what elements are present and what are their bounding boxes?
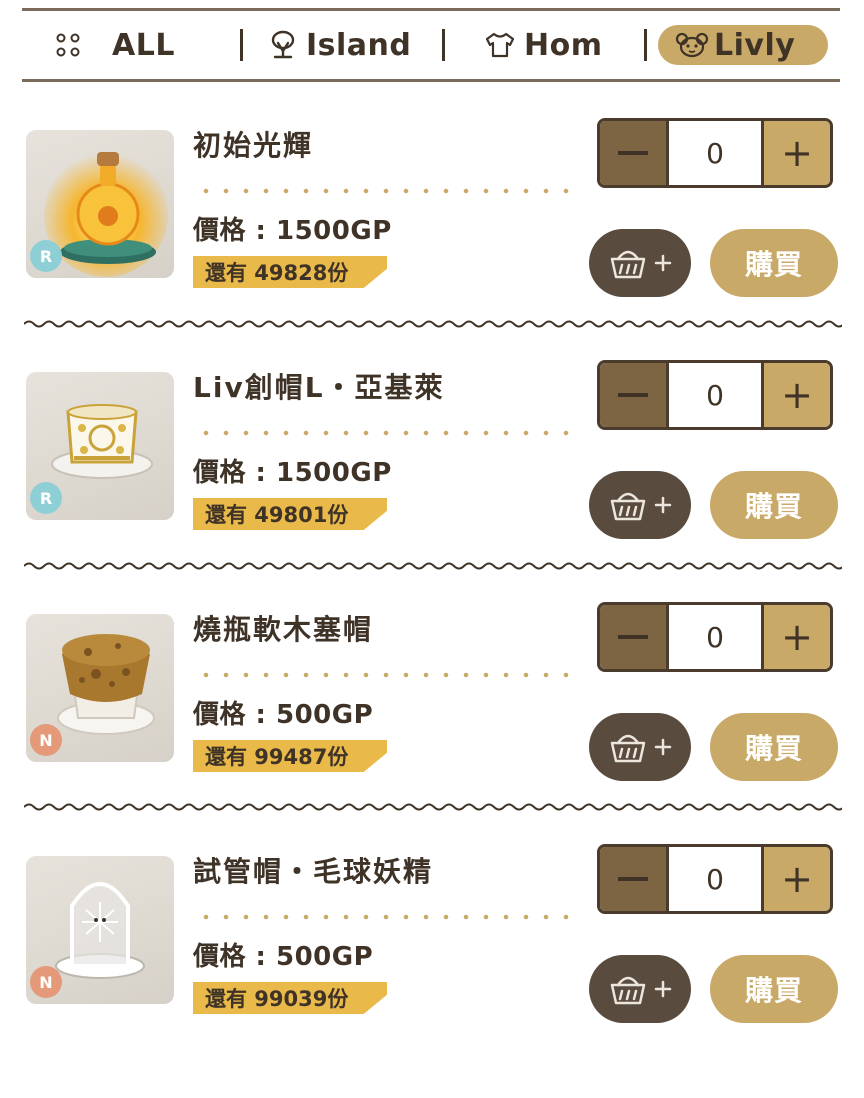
item-price: 價格 : 500GP bbox=[193, 942, 374, 972]
minus-icon bbox=[618, 635, 648, 639]
minus-icon bbox=[618, 877, 648, 881]
decrement-button[interactable] bbox=[600, 363, 669, 427]
increment-button[interactable]: + bbox=[761, 605, 830, 669]
add-to-basket-button[interactable] bbox=[589, 955, 691, 1023]
plus-icon: + bbox=[781, 615, 813, 659]
tab-separator bbox=[442, 29, 445, 61]
quantity-stepper: 0 + bbox=[597, 360, 833, 430]
tab-livly[interactable]: Livly bbox=[658, 25, 828, 65]
dotted-divider bbox=[196, 914, 578, 920]
decrement-button[interactable] bbox=[600, 121, 669, 185]
tree-icon bbox=[268, 29, 298, 61]
item-name: 初始光輝 bbox=[193, 129, 314, 162]
item-name: 燒瓶軟木塞帽 bbox=[193, 613, 374, 646]
wavy-divider bbox=[24, 803, 842, 811]
stock-remaining-badge: 還有 99039份 bbox=[193, 982, 387, 1014]
buy-button[interactable]: 購買 bbox=[710, 713, 838, 781]
stock-remaining-badge: 還有 49828份 bbox=[193, 256, 387, 288]
minus-icon bbox=[618, 393, 648, 397]
plus-icon: + bbox=[781, 373, 813, 417]
tab-island-label: Island bbox=[306, 27, 412, 63]
tab-livly-label: Livly bbox=[714, 27, 796, 63]
increment-button[interactable]: + bbox=[761, 847, 830, 911]
quantity-value[interactable]: 0 bbox=[669, 605, 761, 669]
quantity-value[interactable]: 0 bbox=[669, 363, 761, 427]
quantity-value[interactable]: 0 bbox=[669, 121, 761, 185]
buy-button[interactable]: 購買 bbox=[710, 471, 838, 539]
tab-all[interactable]: ALL bbox=[54, 25, 175, 65]
item-thumbnail[interactable]: N bbox=[26, 614, 174, 762]
grid-dots-icon bbox=[54, 31, 82, 59]
tab-separator bbox=[240, 29, 243, 61]
item-thumbnail[interactable]: N bbox=[26, 856, 174, 1004]
item-name: Liv創帽L・亞基萊 bbox=[193, 371, 445, 404]
decrement-button[interactable] bbox=[600, 605, 669, 669]
stock-remaining-badge: 還有 49801份 bbox=[193, 498, 387, 530]
tab-separator bbox=[644, 29, 647, 61]
shop-item: R 初始光輝 價格 : 1500GP 還有 49828份 0 + 購買 bbox=[0, 118, 864, 372]
item-price: 價格 : 1500GP bbox=[193, 458, 392, 488]
item-thumbnail[interactable]: R bbox=[26, 130, 174, 278]
basket-plus-icon bbox=[610, 250, 672, 279]
rarity-badge: N bbox=[30, 724, 62, 756]
shop-item: R Liv創帽L・亞基萊 價格 : 1500GP 還有 49801份 0 + 購… bbox=[0, 360, 864, 614]
tab-island[interactable]: Island bbox=[268, 25, 411, 65]
shop-item: N 燒瓶軟木塞帽 價格 : 500GP 還有 99487份 0 + 購買 bbox=[0, 602, 864, 856]
plus-icon: + bbox=[781, 131, 813, 175]
quantity-value[interactable]: 0 bbox=[669, 847, 761, 911]
tab-hom[interactable]: Hom bbox=[484, 25, 602, 65]
shop-item: N 試管帽・毛球妖精 價格 : 500GP 還有 99039份 0 + 購買 bbox=[0, 844, 864, 1098]
plus-icon: + bbox=[781, 857, 813, 901]
category-tab-bar: ALL Island Hom Livly bbox=[22, 8, 840, 82]
item-price: 價格 : 1500GP bbox=[193, 216, 392, 246]
increment-button[interactable]: + bbox=[761, 363, 830, 427]
add-to-basket-button[interactable] bbox=[589, 229, 691, 297]
rarity-badge: N bbox=[30, 966, 62, 998]
item-price: 價格 : 500GP bbox=[193, 700, 374, 730]
tab-all-label: ALL bbox=[112, 27, 175, 63]
add-to-basket-button[interactable] bbox=[589, 471, 691, 539]
creature-face-icon bbox=[674, 30, 710, 60]
basket-plus-icon bbox=[610, 976, 672, 1005]
decrement-button[interactable] bbox=[600, 847, 669, 911]
quantity-stepper: 0 + bbox=[597, 844, 833, 914]
rarity-badge: R bbox=[30, 482, 62, 514]
dotted-divider bbox=[196, 430, 578, 436]
increment-button[interactable]: + bbox=[761, 121, 830, 185]
wavy-divider bbox=[24, 320, 842, 328]
buy-button[interactable]: 購買 bbox=[710, 955, 838, 1023]
basket-plus-icon bbox=[610, 734, 672, 763]
quantity-stepper: 0 + bbox=[597, 602, 833, 672]
quantity-stepper: 0 + bbox=[597, 118, 833, 188]
tab-hom-label: Hom bbox=[524, 27, 603, 63]
wavy-divider bbox=[24, 562, 842, 570]
stock-remaining-badge: 還有 99487份 bbox=[193, 740, 387, 772]
rarity-badge: R bbox=[30, 240, 62, 272]
dotted-divider bbox=[196, 188, 578, 194]
item-thumbnail[interactable]: R bbox=[26, 372, 174, 520]
item-name: 試管帽・毛球妖精 bbox=[193, 855, 434, 888]
dotted-divider bbox=[196, 672, 578, 678]
shirt-icon bbox=[484, 31, 516, 59]
buy-button[interactable]: 購買 bbox=[710, 229, 838, 297]
basket-plus-icon bbox=[610, 492, 672, 521]
add-to-basket-button[interactable] bbox=[589, 713, 691, 781]
minus-icon bbox=[618, 151, 648, 155]
